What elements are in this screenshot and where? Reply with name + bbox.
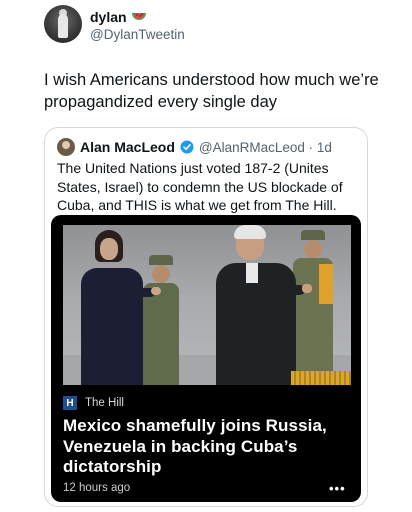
quoted-user-display-name[interactable]: Alan MacLeod — [80, 139, 175, 155]
quoted-tweet-header: Alan MacLeod @AlanRMacLeod · 1d — [57, 138, 332, 156]
user-handle[interactable]: @DylanTweetin — [90, 27, 185, 42]
card-source: H The Hill — [63, 396, 124, 410]
watermelon-icon — [131, 13, 146, 20]
tweet: dylan @DylanTweetin I wish Americans und… — [0, 0, 412, 512]
card-source-name: The Hill — [85, 397, 124, 409]
quoted-tweet[interactable]: Alan MacLeod @AlanRMacLeod · 1d The Unit… — [44, 127, 368, 507]
user-display-name[interactable]: dylan — [90, 9, 127, 25]
verified-badge-icon — [180, 140, 194, 154]
article-photo — [63, 225, 351, 385]
avatar-figure-body — [58, 14, 68, 38]
quoted-user-avatar[interactable] — [57, 138, 75, 156]
card-timestamp: 12 hours ago — [63, 482, 131, 494]
more-options-icon[interactable]: ••• — [329, 481, 346, 496]
card-headline[interactable]: Mexico shamefully joins Russia, Venezuel… — [63, 416, 353, 478]
photo-man — [208, 225, 312, 385]
link-card[interactable]: H The Hill Mexico shamefully joins Russi… — [51, 215, 361, 502]
photo-woman — [73, 230, 161, 385]
photo-flag-fringe — [291, 371, 351, 385]
user-name-row: dylan — [90, 9, 147, 25]
quoted-tweet-text: The United Nations just voted 187-2 (Uni… — [57, 160, 343, 213]
quoted-user-handle-time[interactable]: @AlanRMacLeod · 1d — [199, 140, 332, 155]
tweet-text: I wish Americans understood how much we’… — [44, 71, 379, 111]
user-avatar[interactable] — [44, 5, 82, 43]
the-hill-logo-icon: H — [63, 396, 77, 410]
